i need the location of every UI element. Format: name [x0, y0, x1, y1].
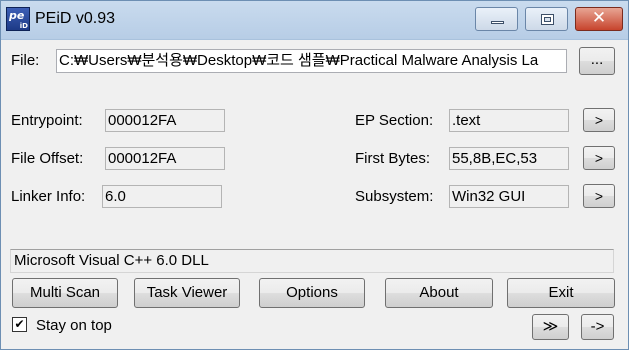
first-bytes-field[interactable]: 55,8B,EC,53 — [449, 147, 569, 170]
stay-on-top-label[interactable]: Stay on top — [36, 317, 112, 334]
exit-button[interactable]: Exit — [507, 278, 615, 308]
subsystem-button[interactable]: > — [583, 184, 615, 208]
options-button[interactable]: Options — [259, 278, 365, 308]
peid-app-icon[interactable]: pe iD — [6, 7, 30, 31]
task-viewer-button[interactable]: Task Viewer — [134, 278, 240, 308]
minimize-icon — [491, 21, 504, 24]
first-bytes-button[interactable]: > — [583, 146, 615, 170]
linker-info-label: Linker Info: — [11, 188, 86, 205]
about-button[interactable]: About — [385, 278, 493, 308]
linker-info-field[interactable]: 6.0 — [102, 185, 222, 208]
plugins-button[interactable]: -> — [581, 314, 614, 340]
subsystem-field[interactable]: Win32 GUI — [449, 185, 569, 208]
ep-section-button[interactable]: > — [583, 108, 615, 132]
first-bytes-label: First Bytes: — [355, 150, 431, 167]
ep-section-label: EP Section: — [355, 112, 434, 129]
peid-window: pe iD PEiD v0.93 ✕ File: C:₩Users₩분석용₩Des… — [0, 0, 629, 350]
file-offset-label: File Offset: — [11, 150, 84, 167]
window-title: PEiD v0.93 — [35, 10, 116, 27]
file-path-field[interactable]: C:₩Users₩분석용₩Desktop₩코드 샘플₩Practical Mal… — [56, 49, 567, 73]
entrypoint-label: Entrypoint: — [11, 112, 83, 129]
ep-section-field[interactable]: .text — [449, 109, 569, 132]
extra-info-button[interactable]: ≫ — [532, 314, 569, 340]
file-offset-field[interactable]: 000012FA — [105, 147, 225, 170]
close-icon: ✕ — [591, 8, 607, 28]
file-label: File: — [11, 52, 40, 69]
close-button[interactable]: ✕ — [575, 7, 623, 31]
detection-result-field[interactable]: Microsoft Visual C++ 6.0 DLL — [10, 249, 614, 273]
entrypoint-field[interactable]: 000012FA — [105, 109, 225, 132]
multi-scan-button[interactable]: Multi Scan — [12, 278, 118, 308]
maximize-icon — [541, 14, 554, 25]
stay-on-top-checkbox[interactable]: ✔ — [12, 317, 27, 332]
browse-button[interactable]: ... — [579, 47, 615, 75]
minimize-button[interactable] — [475, 7, 518, 31]
maximize-button[interactable] — [525, 7, 568, 31]
subsystem-label: Subsystem: — [355, 188, 434, 205]
title-bar[interactable]: pe iD PEiD v0.93 ✕ — [1, 1, 628, 40]
